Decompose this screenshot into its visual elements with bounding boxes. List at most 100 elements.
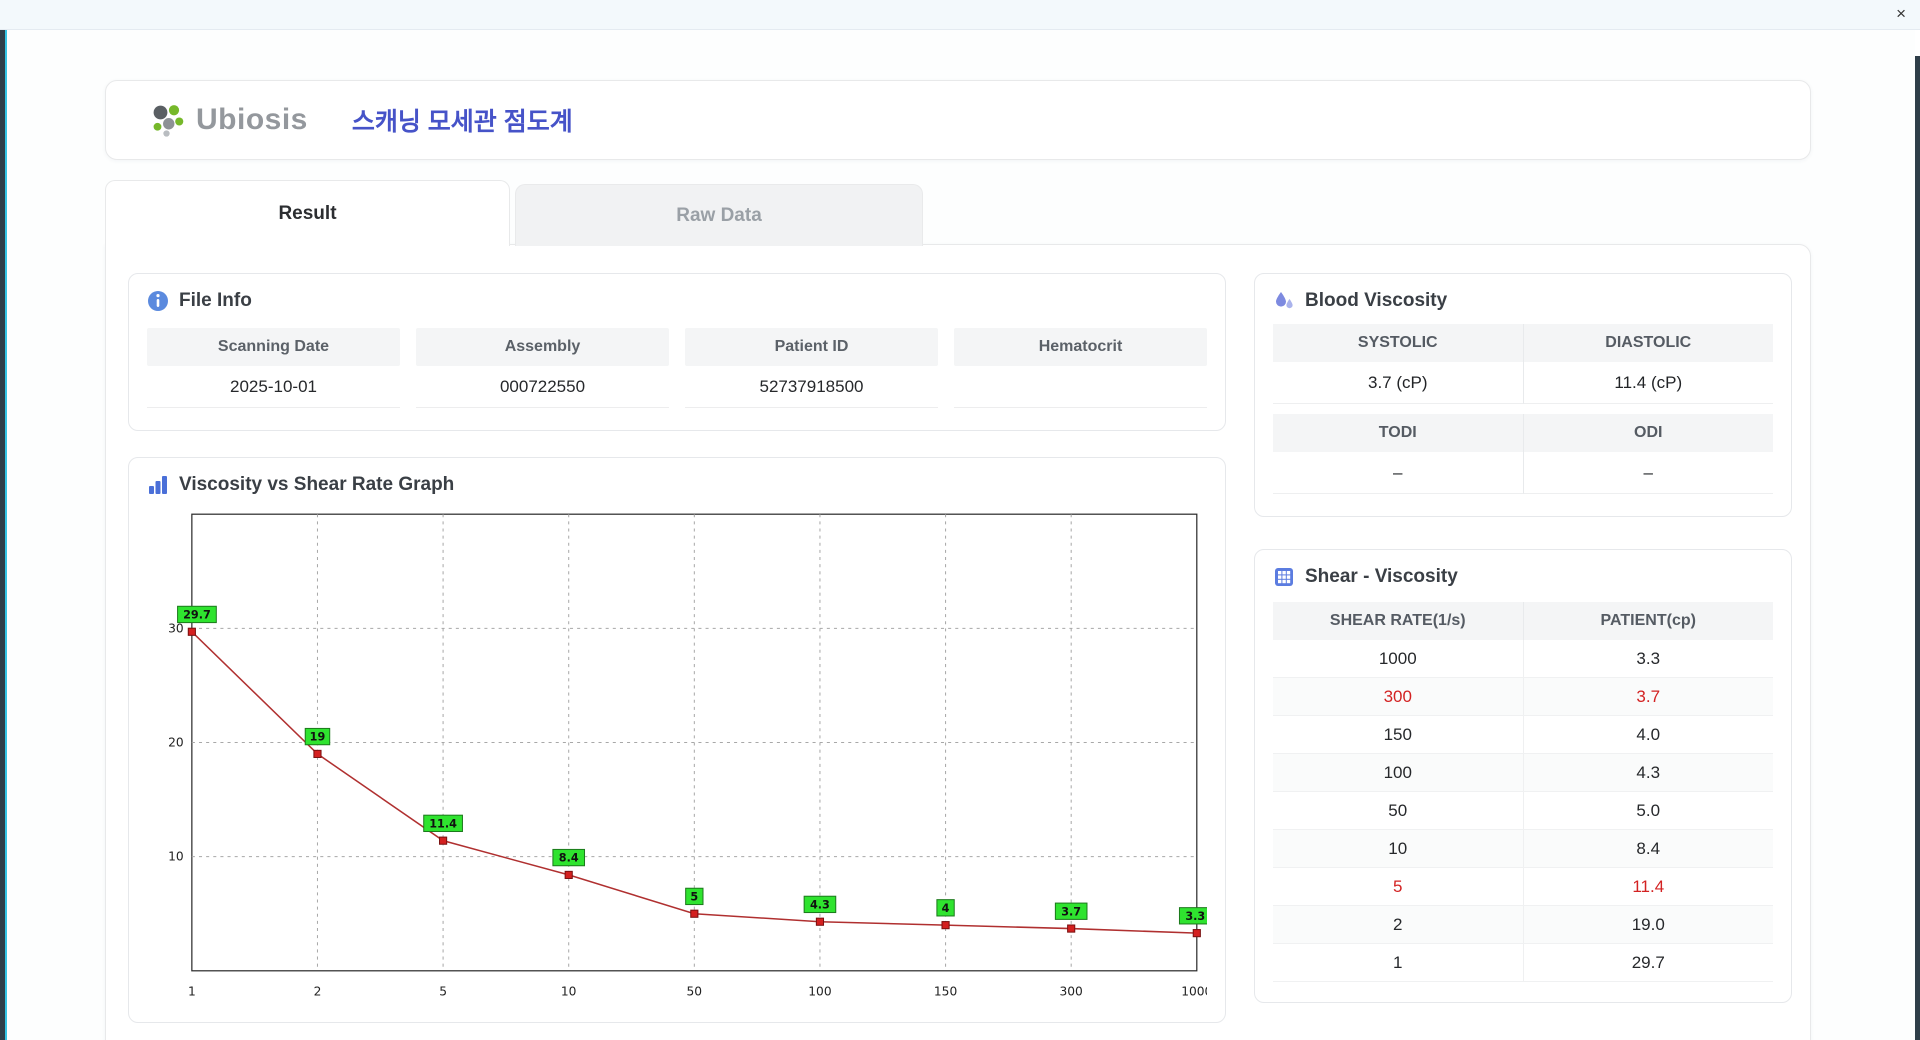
- blood-viscosity-section: Blood Viscosity SYSTOLIC DIASTOLIC 3.7 (…: [1254, 273, 1792, 517]
- svg-text:30: 30: [168, 621, 184, 635]
- shear-rate-cell: 1: [1393, 953, 1403, 972]
- tab-result[interactable]: Result: [105, 180, 510, 246]
- svg-text:4.3: 4.3: [810, 898, 830, 911]
- content-panel: File Info Scanning Date 2025-10-01 Assem…: [105, 244, 1811, 1040]
- patient-cp-cell: 29.7: [1522, 944, 1774, 981]
- field-value: 000722550: [416, 366, 669, 408]
- info-icon: [148, 291, 168, 311]
- svg-text:1000: 1000: [1181, 984, 1207, 998]
- svg-text:50: 50: [687, 984, 703, 998]
- blood-viscosity-table: SYSTOLIC DIASTOLIC 3.7 (cP) 11.4 (cP) TO…: [1273, 324, 1773, 494]
- col-header-shear-rate: SHEAR RATE(1/s): [1329, 612, 1466, 629]
- svg-text:150: 150: [934, 984, 957, 998]
- water-drops-icon: [1276, 292, 1293, 309]
- systolic-value: 3.7 (cP): [1273, 362, 1523, 404]
- ubiosis-logo-icon: [153, 105, 184, 137]
- svg-text:8.4: 8.4: [559, 852, 579, 865]
- shear-rate-cell: 10: [1388, 839, 1408, 858]
- patient-cp-cell: 4.0: [1522, 716, 1774, 753]
- tab-bar: Result Raw Data: [105, 180, 923, 246]
- field-value: 2025-10-01: [147, 366, 400, 408]
- field-label: Scanning Date: [147, 328, 400, 366]
- svg-text:10: 10: [561, 984, 577, 998]
- shear-rate-cell: 50: [1388, 801, 1408, 820]
- col-header-systolic: SYSTOLIC: [1273, 324, 1523, 362]
- shear-rate-cell: 150: [1383, 725, 1412, 744]
- todi-value: –: [1273, 452, 1523, 494]
- shear-viscosity-title-text: Shear - Viscosity: [1305, 566, 1458, 587]
- table-row: SYSTOLIC DIASTOLIC: [1273, 324, 1773, 362]
- shear-rate-cell: 100: [1383, 763, 1412, 782]
- app-window: Ubiosis 스캐닝 모세관 점도계 Result Raw Data File…: [9, 30, 1915, 1040]
- chart-container: 10 20 30 1 2 5 10 50 100 150 300 1000 29.7 19 11.4 8.4 5…: [147, 504, 1207, 1014]
- file-info-title-text: File Info: [179, 290, 252, 311]
- svg-text:100: 100: [808, 984, 831, 998]
- patient-cp-cell: 3.7: [1522, 678, 1774, 715]
- field-label: Patient ID: [685, 328, 938, 366]
- brand-name: Ubiosis: [196, 103, 308, 136]
- table-row: 5 11.4: [1273, 868, 1773, 906]
- svg-text:3.3: 3.3: [1185, 910, 1205, 923]
- field-label: Hematocrit: [954, 328, 1207, 366]
- shear-rate-cell: 5: [1393, 877, 1403, 896]
- shear-viscosity-title: Shear - Viscosity: [1273, 566, 1773, 588]
- table-row: 150 4.0: [1273, 716, 1773, 754]
- col-header-todi: TODI: [1273, 414, 1523, 452]
- svg-text:5: 5: [690, 890, 698, 903]
- field-assembly: Assembly 000722550: [416, 328, 669, 408]
- svg-text:300: 300: [1060, 984, 1083, 998]
- shear-rate-cell: 300: [1383, 687, 1412, 706]
- graph-section: Viscosity vs Shear Rate Graph 10 20 30 1 2 5 1…: [128, 457, 1226, 1023]
- field-label: Assembly: [416, 328, 669, 366]
- col-header-diastolic: DIASTOLIC: [1522, 324, 1773, 362]
- graph-title: Viscosity vs Shear Rate Graph: [147, 474, 1207, 496]
- viscosity-chart: 10 20 30 1 2 5 10 50 100 150 300 1000 29.7 19 11.4 8.4 5…: [168, 513, 1207, 998]
- odi-value: –: [1522, 452, 1773, 494]
- app-header: Ubiosis 스캐닝 모세관 점도계: [105, 80, 1811, 160]
- table-row: 100 4.3: [1273, 754, 1773, 792]
- svg-text:4: 4: [942, 902, 950, 915]
- field-hematocrit: Hematocrit: [954, 328, 1207, 408]
- table-header-row: SHEAR RATE(1/s) PATIENT(cp): [1273, 602, 1773, 640]
- table-row: – –: [1273, 452, 1773, 494]
- tab-raw-data[interactable]: Raw Data: [515, 184, 923, 246]
- file-info-fields: Scanning Date 2025-10-01 Assembly 000722…: [147, 328, 1207, 408]
- page-title: 스캐닝 모세관 점도계: [351, 108, 573, 136]
- svg-text:29.7: 29.7: [183, 609, 211, 622]
- shear-viscosity-section: Shear - Viscosity SHEAR RATE(1/s) PATIEN…: [1254, 549, 1792, 1003]
- grid-table-icon: [1275, 568, 1293, 586]
- table-row: 3.7 (cP) 11.4 (cP): [1273, 362, 1773, 404]
- table-row: 10 8.4: [1273, 830, 1773, 868]
- col-header-patient: PATIENT(cp): [1522, 602, 1774, 640]
- diastolic-value: 11.4 (cP): [1522, 362, 1773, 404]
- table-row: 300 3.7: [1273, 678, 1773, 716]
- field-scanning-date: Scanning Date 2025-10-01: [147, 328, 400, 408]
- window-titlebar: ×: [0, 0, 1920, 30]
- table-body: 1000 3.3 300 3.7 150 4.0 100 4.3 50 5.0 …: [1273, 640, 1773, 982]
- field-value: [954, 366, 1207, 408]
- blood-viscosity-title: Blood Viscosity: [1273, 290, 1773, 312]
- svg-text:2: 2: [314, 984, 322, 998]
- table-row: 50 5.0: [1273, 792, 1773, 830]
- table-row: TODI ODI: [1273, 414, 1773, 452]
- field-patient-id: Patient ID 52737918500: [685, 328, 938, 408]
- svg-text:3.7: 3.7: [1061, 905, 1081, 918]
- svg-text:10: 10: [168, 850, 184, 864]
- desktop-edge-right: [1915, 56, 1920, 1040]
- shear-rate-cell: 1000: [1378, 649, 1417, 668]
- col-header-odi: ODI: [1522, 414, 1773, 452]
- patient-cp-cell: 8.4: [1522, 830, 1774, 867]
- patient-cp-cell: 3.3: [1522, 640, 1774, 677]
- patient-cp-cell: 11.4: [1522, 868, 1774, 905]
- patient-cp-cell: 19.0: [1522, 906, 1774, 943]
- close-icon[interactable]: ×: [1896, 3, 1906, 25]
- graph-title-text: Viscosity vs Shear Rate Graph: [179, 474, 455, 495]
- svg-text:1: 1: [188, 984, 196, 998]
- desktop-edge-left: [0, 30, 7, 1040]
- field-value: 52737918500: [685, 366, 938, 408]
- brand-logo: Ubiosis: [148, 102, 308, 138]
- table-row: 1000 3.3: [1273, 640, 1773, 678]
- svg-text:11.4: 11.4: [429, 817, 457, 830]
- svg-text:20: 20: [168, 736, 184, 750]
- svg-text:5: 5: [439, 984, 447, 998]
